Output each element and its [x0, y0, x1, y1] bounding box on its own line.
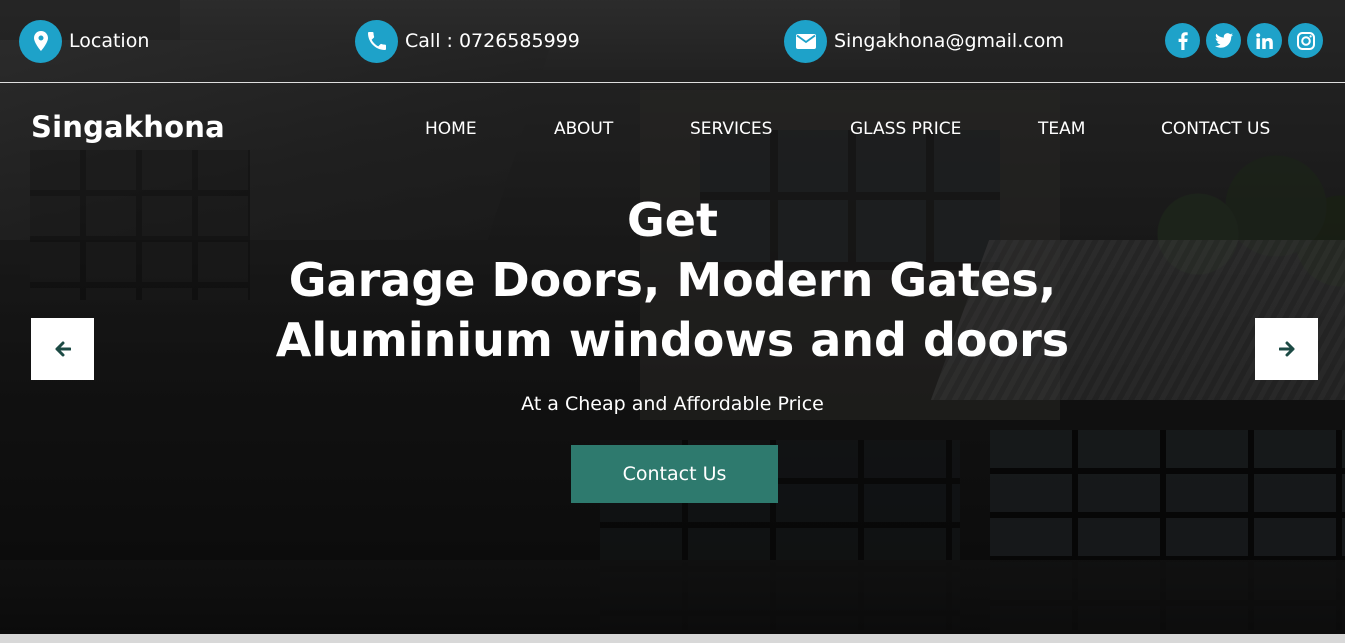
- social-links: [1165, 23, 1329, 58]
- carousel-prev-button[interactable]: [31, 318, 94, 380]
- instagram-icon[interactable]: [1288, 23, 1323, 58]
- contact-us-button[interactable]: Contact Us: [571, 445, 778, 503]
- linkedin-icon[interactable]: [1247, 23, 1282, 58]
- arrow-left-icon: [55, 341, 71, 357]
- nav-item-glass-price[interactable]: GLASS PRICE: [850, 119, 961, 139]
- hero-headline-line-3: Aluminium windows and doors: [275, 313, 1070, 367]
- hero-section: Location Call : 0726585999 Singakhona@gm…: [0, 0, 1345, 643]
- hero-headline-line-2: Garage Doors, Modern Gates,: [288, 253, 1057, 307]
- main-nav: HOME ABOUT SERVICES GLASS PRICE TEAM CON…: [0, 119, 1345, 143]
- twitter-icon[interactable]: [1206, 23, 1241, 58]
- facebook-icon[interactable]: [1165, 23, 1200, 58]
- location-item[interactable]: Location: [19, 19, 149, 63]
- top-info-bar: Location Call : 0726585999 Singakhona@gm…: [0, 0, 1345, 83]
- hero-headline: Get Garage Doors, Modern Gates, Aluminiu…: [0, 190, 1345, 370]
- location-text: Location: [69, 30, 150, 52]
- nav-item-services[interactable]: SERVICES: [690, 119, 772, 139]
- envelope-icon: [784, 19, 827, 63]
- hero-subtitle: At a Cheap and Affordable Price: [521, 393, 824, 415]
- carousel-next-button[interactable]: [1255, 318, 1318, 380]
- hero-headline-line-1: Get: [627, 193, 718, 247]
- bottom-strip: [0, 634, 1345, 643]
- phone-text: Call : 0726585999: [405, 30, 580, 52]
- phone-item[interactable]: Call : 0726585999: [355, 19, 580, 63]
- nav-item-home[interactable]: HOME: [425, 119, 477, 139]
- nav-item-about[interactable]: ABOUT: [554, 119, 613, 139]
- arrow-right-icon: [1278, 341, 1294, 357]
- email-text: Singakhona@gmail.com: [834, 30, 1064, 52]
- email-item[interactable]: Singakhona@gmail.com: [784, 19, 1064, 63]
- phone-icon: [355, 19, 398, 63]
- nav-item-team[interactable]: TEAM: [1038, 119, 1085, 139]
- nav-item-contact-us[interactable]: CONTACT US: [1161, 119, 1270, 139]
- map-marker-icon: [19, 19, 62, 63]
